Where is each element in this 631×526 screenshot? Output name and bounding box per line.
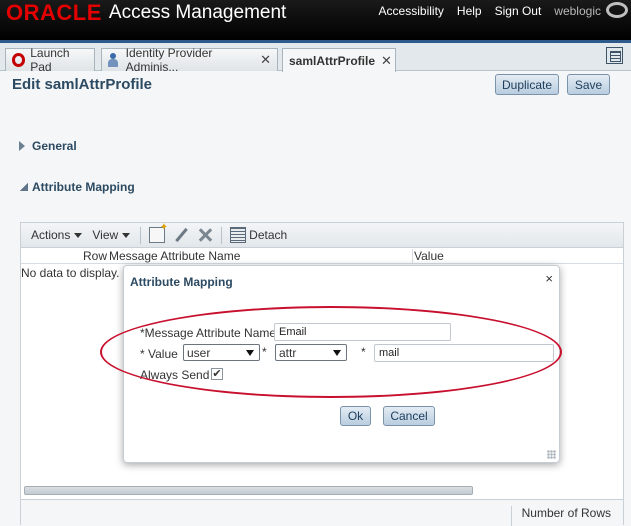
chevron-down-icon — [246, 350, 254, 356]
tab-launch-pad[interactable]: Launch Pad — [5, 46, 95, 74]
help-link[interactable]: Help — [457, 4, 482, 18]
current-user: weblogic — [554, 4, 601, 18]
header-links: Accessibility Help Sign Out weblogic — [379, 4, 601, 18]
launch-pad-icon — [12, 53, 26, 67]
resize-handle-icon[interactable] — [547, 450, 556, 459]
close-tab-icon[interactable]: ✕ — [260, 52, 271, 68]
horizontal-scrollbar[interactable] — [24, 486, 473, 495]
required-marker: * — [361, 345, 366, 359]
message-attribute-name-label: *Message Attribute Name — [140, 326, 276, 340]
section-label: General — [32, 139, 77, 153]
chevron-down-icon — [74, 232, 83, 238]
delete-icon[interactable] — [197, 227, 213, 243]
always-send-checkbox[interactable]: ✔ — [211, 368, 223, 380]
brand: ORACLE Access Management — [6, 0, 287, 25]
save-button[interactable]: Save — [567, 74, 610, 95]
section-label: Attribute Mapping — [32, 180, 135, 194]
oracle-logo: ORACLE — [6, 0, 102, 25]
dialog-title: Attribute Mapping — [130, 275, 233, 289]
attribute-value-input[interactable] — [374, 344, 554, 362]
sign-out-link[interactable]: Sign Out — [495, 4, 542, 18]
column-header-value[interactable]: Value — [414, 249, 444, 263]
expand-icon — [19, 141, 26, 151]
field-label-text: Message Attribute Name — [144, 326, 277, 340]
collapse-icon — [20, 183, 28, 191]
section-attribute-mapping[interactable]: Attribute Mapping — [20, 180, 135, 194]
attribute-type-select[interactable]: attr — [275, 344, 347, 361]
detach-label: Detach — [249, 228, 288, 242]
toolbar-separator — [221, 226, 223, 244]
required-marker: * — [140, 347, 145, 361]
tab-bar: Launch Pad Identity Provider Adminis... … — [0, 43, 631, 74]
column-header-row[interactable]: Row — [83, 249, 107, 263]
required-marker: * — [262, 345, 267, 359]
message-attribute-name-input[interactable] — [274, 323, 451, 341]
tab-label: samlAttrProfile — [289, 53, 376, 68]
add-row-icon[interactable] — [149, 222, 168, 243]
empty-table-message: No data to display. — [21, 266, 120, 280]
tab-label: Identity Provider Adminis... — [125, 46, 213, 74]
tab-list-icon[interactable] — [606, 47, 623, 64]
attribute-mapping-dialog: Attribute Mapping × *Message Attribute N… — [123, 265, 560, 463]
close-icon[interactable]: × — [545, 271, 553, 286]
edit-icon[interactable] — [173, 227, 189, 243]
view-menu[interactable]: View — [92, 228, 131, 242]
select-value: user — [187, 345, 211, 360]
duplicate-button[interactable]: Duplicate — [495, 74, 559, 95]
view-label: View — [92, 228, 119, 242]
table-toolbar: Actions View Detach — [21, 222, 623, 248]
always-send-label: Always Send — [140, 368, 210, 382]
table-footer: Number of Rows — [21, 499, 623, 526]
cancel-button[interactable]: Cancel — [383, 406, 435, 426]
tab-identity-provider[interactable]: Identity Provider Adminis... ✕ — [101, 46, 278, 74]
number-of-rows-label: Number of Rows — [510, 506, 611, 526]
product-title: Access Management — [108, 2, 287, 23]
top-header-bar: ORACLE Access Management Accessibility H… — [0, 0, 631, 40]
tab-saml-attr-profile[interactable]: samlAttrProfile ✕ — [282, 48, 396, 72]
select-value: attr — [279, 345, 297, 360]
tab-label: Launch Pad — [30, 46, 70, 74]
detach-icon — [230, 227, 247, 243]
actions-menu[interactable]: Actions — [31, 228, 83, 242]
chevron-down-icon — [333, 350, 341, 356]
close-tab-icon[interactable]: ✕ — [381, 53, 392, 69]
section-general[interactable]: General — [19, 139, 77, 153]
user-icon — [108, 53, 121, 67]
page-title: Edit samlAttrProfile — [12, 76, 153, 93]
column-header-name[interactable]: Message Attribute Name — [109, 249, 413, 264]
value-source-select[interactable]: user — [183, 344, 260, 361]
detach-button[interactable]: Detach — [230, 227, 287, 243]
table-header-row: Row Message Attribute Name Value — [21, 249, 623, 264]
field-label-text: Value — [148, 347, 178, 361]
toolbar-separator — [140, 226, 142, 244]
value-label: * Value — [140, 347, 178, 361]
ok-button[interactable]: Ok — [340, 406, 371, 426]
oracle-o-icon — [606, 2, 628, 18]
chevron-down-icon — [122, 232, 131, 238]
actions-label: Actions — [31, 228, 71, 242]
accessibility-link[interactable]: Accessibility — [379, 4, 444, 18]
